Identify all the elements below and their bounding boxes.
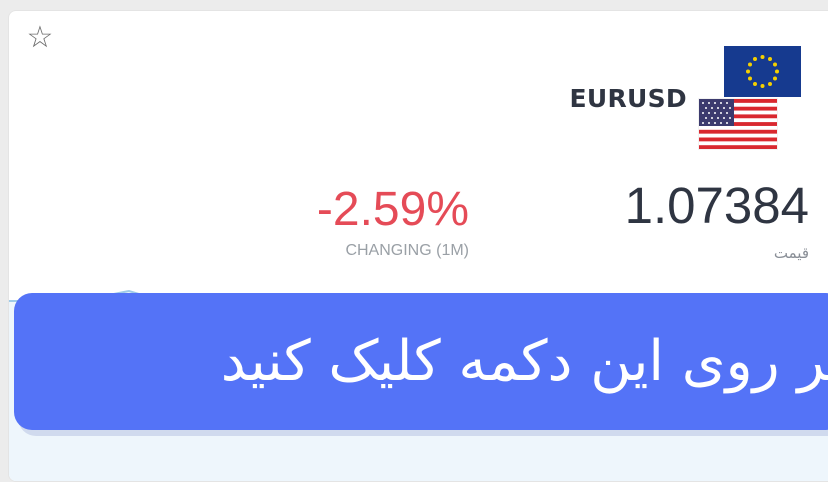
change-label: CHANGING (1M) [345,242,469,259]
eu-flag-icon [724,46,801,97]
banner-text: بر روی این دکمه کلیک کنید [220,329,828,394]
change-value: -2.59% [316,183,469,236]
us-flag-icon [698,98,778,150]
click-prompt-banner[interactable]: بر روی این دکمه کلیک کنید [14,293,828,430]
price-label: قیمت [773,244,809,262]
favorite-star-icon[interactable]: ☆ [23,21,57,55]
pair-name: EURUSD [569,84,687,113]
price-value: 1.07384 [624,177,809,234]
